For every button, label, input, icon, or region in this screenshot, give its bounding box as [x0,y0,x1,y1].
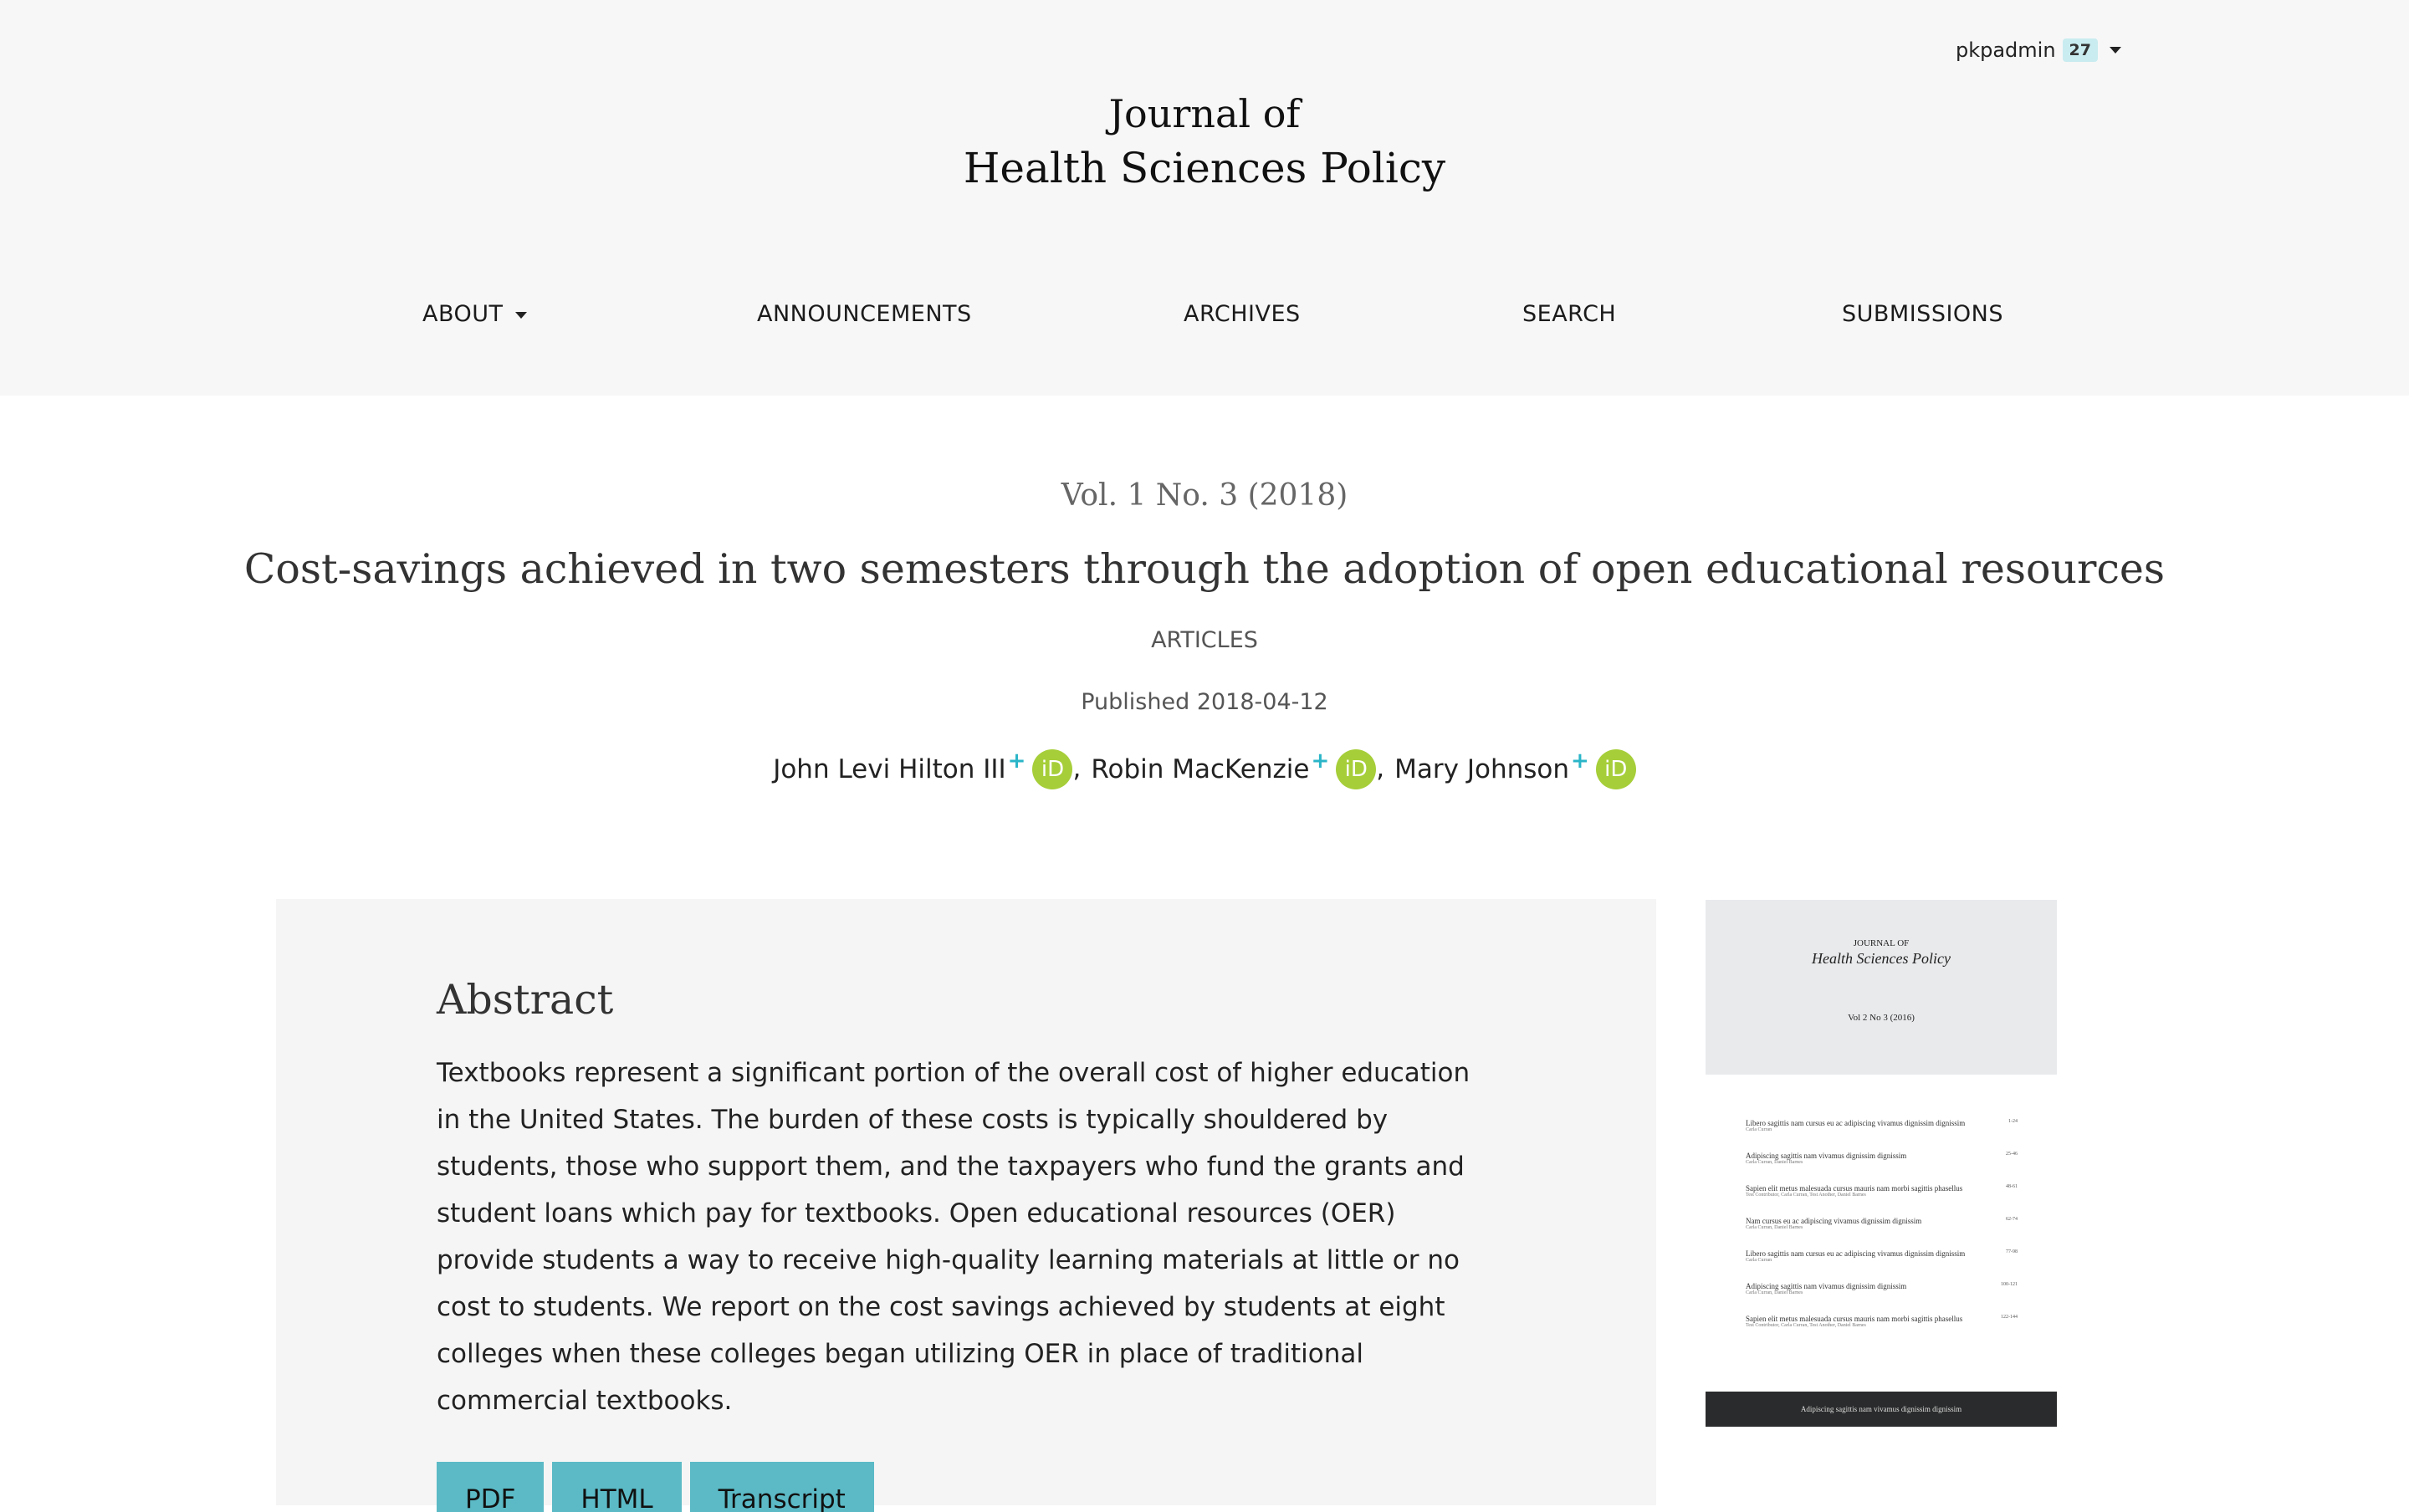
nav-item-label: ANNOUNCEMENTS [757,301,972,327]
author[interactable]: Mary Johnson + iD [1394,748,1636,789]
toc-row: Adipiscing sagittis nam vivamus dignissi… [1746,1282,2018,1315]
orcid-icon[interactable]: iD [1595,749,1636,789]
nav-item-submissions[interactable]: SUBMISSIONS [1842,301,2003,327]
section-label: ARTICLES [1151,627,1258,653]
notification-badge[interactable]: 27 [2062,38,2098,62]
journal-title-line2[interactable]: Health Sciences Policy [0,140,2409,196]
toc-title: Libero sagittis nam cursus eu ac adipisc… [1746,1249,1966,1258]
nav-item-about[interactable]: ABOUT [422,301,527,327]
chevron-down-icon [514,311,527,319]
toc-authors: Test Contributor, Carla Curran, Test Ano… [1746,1193,1866,1198]
chevron-down-icon[interactable] [2110,47,2121,54]
cover-toc: Libero sagittis nam cursus eu ac adipisc… [1746,1119,2018,1347]
toc-authors: Carla Curran, Daniel Barnes [1746,1225,1803,1230]
abstract-text: Textbooks represent a significant portio… [437,1058,1470,1416]
toc-title: Sapien elit metus malesuada cursus mauri… [1746,1315,1963,1323]
cover-volume: Vol 2 No 3 (2016) [1848,1013,1915,1023]
author-separator: , [1072,753,1082,784]
transcript-galley-button[interactable]: Transcript [689,1462,874,1512]
cover-header: JOURNAL OF Health Sciences Policy Vol 2 … [1706,900,2057,1075]
author-name[interactable]: Robin MacKenzie [1091,754,1309,784]
toc-row: Libero sagittis nam cursus eu ac adipisc… [1746,1119,2018,1152]
toc-row: Adipiscing sagittis nam vivamus dignissi… [1746,1152,2018,1184]
author-separator: , [1376,753,1385,784]
galley-links: PDF HTML Transcript [437,1462,882,1512]
author-list: John Levi Hilton III + iD , Robin MacKenzi… [0,748,2409,789]
site-header: pkpadmin 27 Journal of Health Sciences P… [0,0,2409,396]
journal-title-line1[interactable]: Journal of [0,87,2409,140]
nav-item-label: SUBMISSIONS [1842,301,2004,327]
plus-icon: + [1311,748,1330,774]
nav-item-label: ARCHIVES [1184,301,1301,327]
toc-title: Adipiscing sagittis nam vivamus dignissi… [1746,1282,1907,1290]
primary-nav: ABOUT ANNOUNCEMENTS ARCHIVES SEARCH SUBM… [0,301,2409,335]
toc-authors: Carla Curran [1746,1258,1772,1263]
toc-pages: 122-144 [2001,1315,2018,1320]
toc-authors: Carla Curran [1746,1127,1772,1132]
abstract-heading: Abstract [437,976,614,1024]
user-menu[interactable]: pkpadmin 27 [1956,38,2121,62]
cover-small-title: JOURNAL OF [1853,938,1910,948]
toc-row: Sapien elit metus malesuada cursus mauri… [1746,1184,2018,1217]
toc-pages: 77-98 [2006,1249,2018,1254]
author[interactable]: Robin MacKenzie + iD [1091,748,1377,789]
pdf-galley-button[interactable]: PDF [437,1462,545,1512]
toc-pages: 25-46 [2006,1152,2018,1157]
orcid-icon[interactable]: iD [1032,749,1073,789]
toc-row: Sapien elit metus malesuada cursus mauri… [1746,1315,2018,1347]
username[interactable]: pkpadmin [1956,38,2056,62]
toc-title: Adipiscing sagittis nam vivamus dignissi… [1746,1152,1907,1160]
article-title: Cost-savings achieved in two semesters t… [243,545,2166,593]
toc-pages: 62-74 [2006,1217,2018,1222]
toc-pages: 48-61 [2006,1184,2018,1189]
toc-pages: 1-24 [2008,1119,2018,1124]
orcid-icon[interactable]: iD [1336,749,1377,789]
toc-authors: Carla Curran, Daniel Barnes [1746,1290,1803,1295]
nav-item-label: ABOUT [422,301,504,327]
issue-cover-image[interactable]: JOURNAL OF Health Sciences Policy Vol 2 … [1706,900,2057,1427]
toc-authors: Carla Curran, Daniel Barnes [1746,1160,1803,1165]
cover-footer: Adipiscing sagittis nam vivamus dignissi… [1706,1392,2057,1427]
nav-item-label: SEARCH [1522,301,1617,327]
author[interactable]: John Levi Hilton III + iD [773,748,1073,789]
author-name[interactable]: Mary Johnson [1394,754,1569,784]
nav-item-search[interactable]: SEARCH [1522,301,1616,327]
toc-title: Libero sagittis nam cursus eu ac adipisc… [1746,1119,1966,1127]
toc-row: Nam cursus eu ac adipiscing vivamus dign… [1746,1217,2018,1249]
author-name[interactable]: John Levi Hilton III [773,754,1005,784]
issue-link[interactable]: Vol. 1 No. 3 (2018) [0,478,2409,513]
toc-pages: 100-121 [2001,1282,2018,1287]
nav-item-announcements[interactable]: ANNOUNCEMENTS [757,301,972,327]
journal-logo[interactable]: Journal of Health Sciences Policy [0,87,2409,196]
toc-title: Nam cursus eu ac adipiscing vivamus dign… [1746,1217,1922,1225]
abstract-panel: Abstract Textbooks represent a significa… [276,899,1656,1512]
plus-icon: + [1007,748,1026,774]
nav-item-archives[interactable]: ARCHIVES [1184,301,1301,327]
toc-authors: Test Contributor, Carla Curran, Test Ano… [1746,1323,1866,1328]
cover-journal-title: Health Sciences Policy [1812,950,1951,967]
plus-icon: + [1571,748,1589,774]
html-galley-button[interactable]: HTML [552,1462,682,1512]
published-date: Published 2018-04-12 [1081,689,1328,715]
toc-title: Sapien elit metus malesuada cursus mauri… [1746,1184,1963,1193]
toc-row: Libero sagittis nam cursus eu ac adipisc… [1746,1249,2018,1282]
